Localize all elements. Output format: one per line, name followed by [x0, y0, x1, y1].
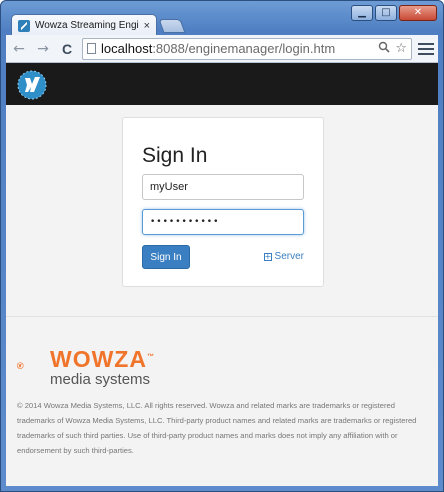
app-header — [6, 63, 438, 105]
close-window-button[interactable]: ✕ — [399, 5, 437, 21]
brand-name: WOWZA™ — [50, 346, 155, 373]
wowza-favicon-icon — [18, 19, 30, 32]
browser-tab[interactable]: Wowza Streaming Engine Ma × — [11, 14, 157, 36]
arrow-right-icon[interactable]: → — [34, 40, 52, 58]
tab-close-icon[interactable]: × — [144, 20, 150, 32]
brand-wordmark: WOWZA — [50, 346, 147, 372]
address-bar[interactable]: localhost:8088/enginemanager/login.htm ☆ — [82, 37, 412, 60]
tab-title: Wowza Streaming Engine Ma — [35, 20, 139, 31]
sign-in-button[interactable]: Sign In — [142, 245, 190, 269]
url-host: localhost — [101, 41, 153, 56]
page-icon — [87, 43, 96, 54]
username-field[interactable]: myUser — [142, 174, 304, 200]
reload-icon[interactable]: C — [58, 40, 76, 58]
window-bottom-edge — [6, 486, 438, 489]
login-card: Sign In myUser ••••••••••• Sign In + Ser… — [122, 117, 324, 287]
server-link-label: Server — [274, 251, 304, 262]
arrow-left-icon[interactable]: ← — [10, 40, 28, 58]
brand-subtitle: media systems — [50, 371, 151, 388]
trademark-symbol: ™ — [146, 353, 155, 361]
server-link[interactable]: + Server — [263, 251, 304, 262]
menu-icon[interactable] — [418, 41, 434, 57]
search-icon[interactable] — [378, 41, 390, 57]
bookmark-star-icon[interactable]: ☆ — [395, 41, 407, 56]
sign-in-heading: Sign In — [142, 144, 208, 167]
page-viewport: Sign In myUser ••••••••••• Sign In + Ser… — [6, 63, 438, 486]
wowza-footer-logo-icon — [17, 362, 24, 369]
window-controls: ▁ □ ✕ — [351, 5, 437, 21]
new-tab-button[interactable] — [158, 19, 186, 33]
url-text[interactable]: localhost:8088/enginemanager/login.htm — [101, 41, 373, 56]
expand-plus-icon: + — [263, 251, 272, 261]
wowza-logo-icon[interactable] — [17, 70, 47, 100]
copyright-text: © 2014 Wowza Media Systems, LLC. All rig… — [17, 401, 417, 455]
browser-toolbar: ← → C localhost:8088/enginemanager/login… — [6, 35, 438, 63]
minimize-button[interactable]: ▁ — [351, 5, 373, 21]
url-path: :8088/enginemanager/login.htm — [152, 41, 336, 56]
title-bar: Wowza Streaming Engine Ma × ▁ □ ✕ — [1, 1, 443, 36]
password-field[interactable]: ••••••••••• — [142, 209, 304, 235]
footer-divider — [6, 316, 438, 317]
maximize-button[interactable]: □ — [375, 5, 397, 21]
browser-window: Wowza Streaming Engine Ma × ▁ □ ✕ ← → C … — [0, 0, 444, 492]
